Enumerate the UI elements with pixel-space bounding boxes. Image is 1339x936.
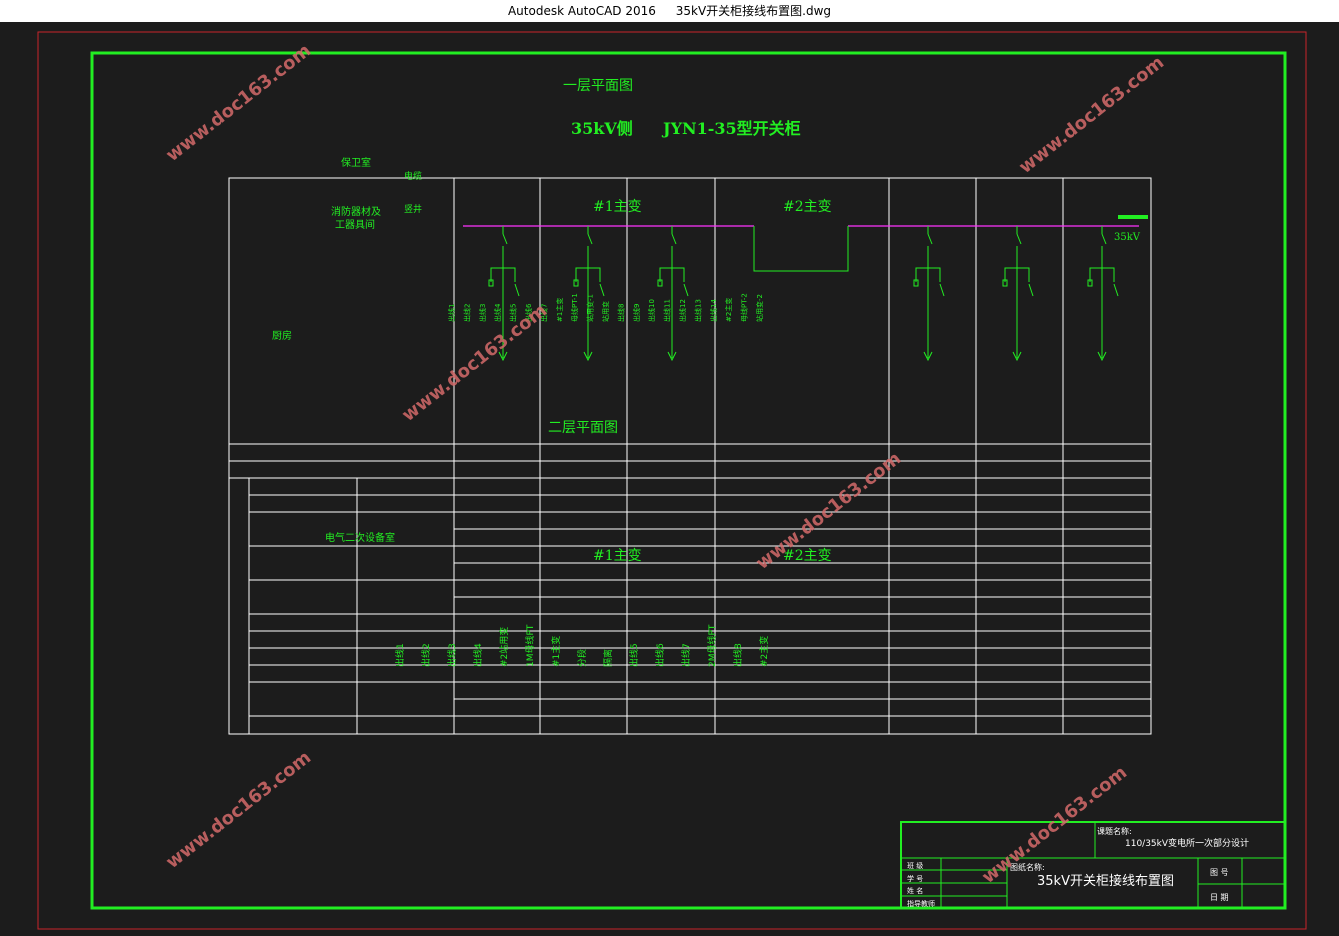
floor2-label-3: 出线3 — [446, 643, 458, 667]
floor2-label-5: #2站用变 — [498, 627, 510, 667]
transformer1-label: #1主变 — [593, 199, 642, 215]
floor1-label-11: 站用变 — [601, 301, 610, 322]
floor2-label-12: 出线7 — [680, 643, 692, 667]
file-name: 35kV开关柜接线布置图.dwg — [675, 4, 832, 18]
project-name: 110/35kV变电所一次部分设计 — [1125, 837, 1249, 849]
floor1-label-16: 出线12 — [678, 299, 687, 322]
floor2-label-8: 分段 — [576, 649, 588, 667]
watermark-1: www.doc163.com — [162, 40, 315, 166]
room-cable: 电缆 — [404, 170, 422, 182]
busbar — [463, 225, 1139, 272]
watermark-3: www.doc163.com — [398, 300, 551, 426]
tb-class: 班 级 — [907, 861, 923, 870]
floor1-label-20: 母线PT-2 — [740, 293, 749, 322]
room-tools: 工器具间 — [335, 218, 375, 231]
tb-teacher: 指导教师 — [907, 899, 935, 908]
drawing-name: 35kV开关柜接线布置图 — [1037, 873, 1174, 889]
watermark-5: www.doc163.com — [162, 747, 315, 873]
bus-tag — [1118, 215, 1148, 219]
side-title: 35kV侧 — [571, 119, 633, 138]
floor1-label-15: 出线11 — [663, 299, 672, 322]
floor2-label-14: 出线8 — [732, 643, 744, 667]
feeder-schematics — [488, 226, 1119, 362]
floor2-label-1: 出线1 — [394, 643, 406, 667]
floor2-label-13: 2M母线PT — [706, 624, 718, 667]
window-title-bar: Autodesk AutoCAD 2016 35kV开关柜接线布置图.dwg — [0, 0, 1339, 22]
room-fire: 消防器材及 — [331, 205, 381, 218]
tb-fig-no: 图 号 — [1210, 868, 1229, 877]
tb-id: 学 号 — [907, 874, 923, 883]
project-label: 课题名称: — [1097, 826, 1132, 836]
floor1-label-19: #2主变 — [724, 298, 733, 322]
floor1-cabinet-labels: 出线1 出线2 出线3 出线4 出线5 出线6 出线7 #1主变 母线PT-1 站用变-1 站用变出… — [447, 293, 764, 322]
floor1-label-13: 出线9 — [632, 304, 641, 322]
floor2-label-10: 出线5 — [628, 643, 640, 667]
floor2-title: 二层平面图 — [548, 420, 618, 436]
floor2-label-9: 隔离 — [602, 649, 614, 667]
floor1-label-1: 出线1 — [447, 304, 456, 322]
app-title: Autodesk AutoCAD 2016 — [507, 4, 656, 18]
floor1-label-2: 出线2 — [462, 304, 471, 322]
outer-border — [37, 31, 1307, 930]
floor1-title: 一层平面图 — [563, 78, 633, 94]
room-shaft: 竖井 — [404, 203, 422, 215]
room-guard: 保卫室 — [341, 156, 371, 169]
transformer1-label-floor2: #1主变 — [593, 548, 642, 564]
feeder-5 — [1002, 226, 1034, 362]
feeder-2 — [573, 226, 605, 362]
floor1-label-9: 母线PT-1 — [570, 293, 579, 322]
drawing-canvas[interactable]: 一层平面图 35kV侧 JYN1-35型开关柜 保卫室 电缆 消防器材及 工器具… — [0, 22, 1339, 936]
floor2-label-4: 出线4 — [472, 643, 484, 667]
watermark-6: www.doc163.com — [978, 762, 1131, 888]
floor1-label-17: 出线13 — [693, 299, 702, 322]
floor2-label-7: #1主变 — [550, 636, 562, 667]
watermark-2: www.doc163.com — [1015, 52, 1168, 178]
feeder-6 — [1087, 226, 1119, 362]
floor2-label-6: 1M母线PT — [524, 624, 536, 667]
floor2-label-11: 出线6 — [654, 643, 666, 667]
floor1-label-14: 出线10 — [647, 299, 656, 322]
tb-name: 姓 名 — [907, 886, 923, 895]
cad-drawing[interactable]: 一层平面图 35kV侧 JYN1-35型开关柜 保卫室 电缆 消防器材及 工器具… — [0, 22, 1339, 936]
floor1-label-10: 站用变-1 — [586, 294, 595, 322]
feeder-3 — [657, 226, 689, 362]
floor1-label-18: 出线14 — [709, 299, 718, 322]
floor1-label-4: 出线4 — [493, 303, 502, 322]
tb-date: 日 期 — [1210, 893, 1229, 902]
transformer2-label: #2主变 — [783, 199, 832, 215]
room-secondary: 电气二次设备室 — [325, 531, 395, 544]
feeder-4 — [913, 226, 945, 362]
floor2-label-2: 出线2 — [420, 643, 432, 667]
cabinet-title: JYN1-35型开关柜 — [661, 119, 801, 138]
floor1-label-21: 站用变-2 — [755, 294, 764, 322]
floor1-label-8: #1主变 — [555, 298, 564, 322]
bus-voltage: 35kV — [1114, 232, 1141, 243]
room-kitchen: 厨房 — [272, 329, 292, 342]
floor1-label-12: 出线8 — [616, 304, 625, 322]
floor1-label-3: 出线3 — [478, 304, 487, 322]
floor2-label-15: #2主变 — [758, 636, 770, 667]
